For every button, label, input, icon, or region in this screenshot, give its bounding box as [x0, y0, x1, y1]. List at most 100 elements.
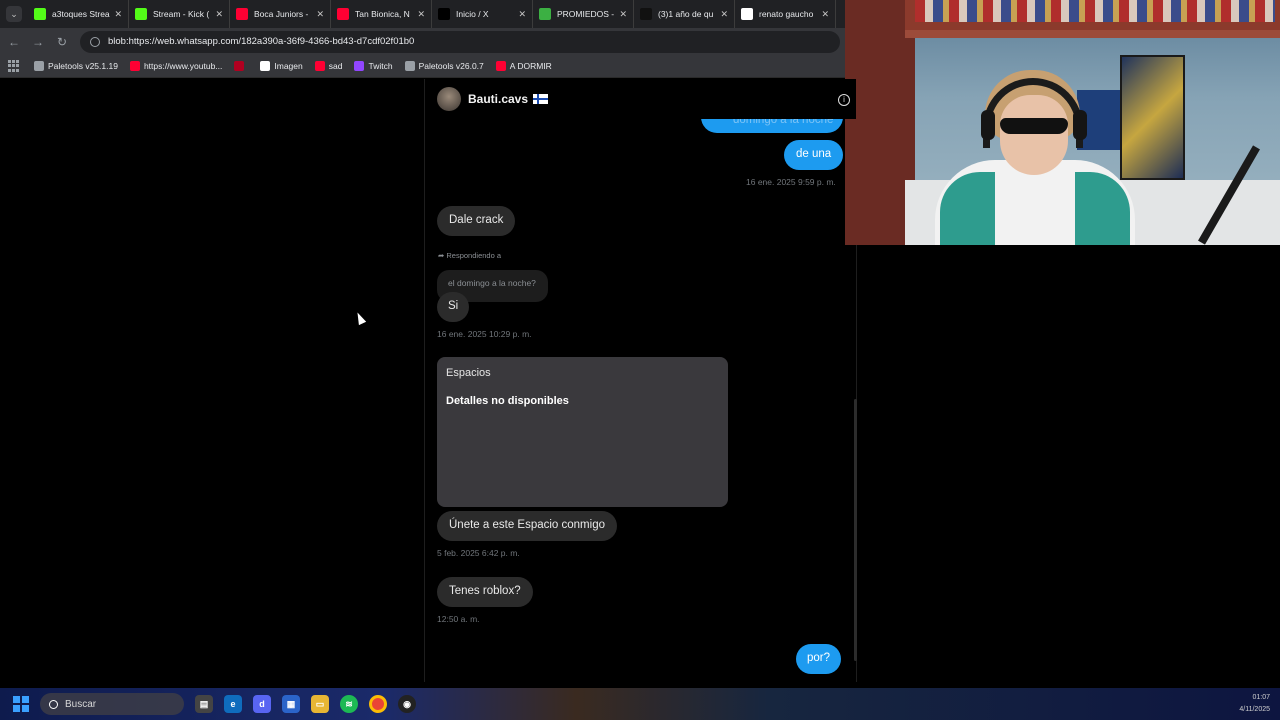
- browser-tab[interactable]: Boca Juniors - ✕: [230, 0, 331, 28]
- obs-icon[interactable]: ◉: [398, 695, 416, 713]
- circle-icon: [234, 61, 245, 71]
- search-placeholder: Buscar: [65, 698, 97, 710]
- file-icon[interactable]: ▤: [195, 695, 213, 713]
- browser-tab[interactable]: Inicio / X ✕: [432, 0, 533, 28]
- reply-indicator: ➦ Respondiendo a: [438, 251, 501, 260]
- spaces-card[interactable]: Espacios Detalles no disponibles: [437, 357, 728, 507]
- apps-grid-icon[interactable]: [8, 60, 20, 72]
- message-text: Si: [448, 300, 459, 312]
- card-subtitle: Detalles no disponibles: [446, 395, 569, 407]
- reply-label: Respondiendo a: [446, 251, 502, 260]
- bookmark-item[interactable]: Paletools v26.0.7: [404, 61, 484, 71]
- browser-tab[interactable]: renato gaucho ✕: [735, 0, 836, 28]
- bookmark-item[interactable]: A DORMIR: [495, 61, 552, 71]
- browser-tab[interactable]: Tan Bionica, N ✕: [331, 0, 432, 28]
- tab-search-icon[interactable]: ⌄: [6, 6, 22, 22]
- windows-start-icon[interactable]: [13, 696, 29, 712]
- tab-title: renato gaucho: [759, 9, 814, 19]
- forward-icon[interactable]: →: [28, 32, 48, 52]
- message-timestamp: 16 ene. 2025 9:59 p. m.: [746, 177, 836, 187]
- bookmark-item[interactable]: https://www.youtub...: [129, 61, 223, 71]
- tab-title: a3toques Strea: [52, 9, 110, 19]
- bookmark-item[interactable]: [234, 61, 248, 71]
- close-tab-icon[interactable]: ✕: [518, 9, 526, 20]
- shelf-items: [915, 0, 1275, 22]
- mouse-cursor-icon: [353, 310, 367, 326]
- close-tab-icon[interactable]: ✕: [417, 9, 425, 20]
- reload-icon[interactable]: ↻: [52, 32, 72, 52]
- site-info-icon[interactable]: [90, 36, 100, 47]
- youtube-icon: [129, 61, 140, 71]
- bookmark-item[interactable]: Imagen: [260, 61, 303, 71]
- flag-icon: [533, 94, 549, 104]
- message-timestamp: 5 feb. 2025 6:42 p. m.: [437, 548, 520, 558]
- headset-earcup: [1073, 110, 1087, 140]
- close-tab-icon[interactable]: ✕: [114, 9, 122, 20]
- message-text: por?: [807, 652, 831, 664]
- kick-icon: [135, 8, 147, 20]
- bookmark-label: Paletools v25.1.19: [48, 61, 118, 71]
- search-icon: [49, 699, 58, 709]
- browser-tab[interactable]: (3)1 año de qu ✕: [634, 0, 735, 28]
- address-bar[interactable]: blob:https://web.whatsapp.com/182a390a-3…: [80, 30, 840, 53]
- bookmark-item[interactable]: sad: [314, 61, 342, 71]
- tab-title: Inicio / X: [456, 9, 489, 19]
- youtube-icon: [314, 61, 325, 71]
- close-tab-icon[interactable]: ✕: [619, 9, 627, 20]
- chat-name[interactable]: Bauti.cavs: [468, 92, 528, 106]
- message-bubble-incoming[interactable]: Únete a este Espacio conmigo: [437, 511, 617, 541]
- clock-date: 4/11/2025: [1239, 706, 1270, 713]
- message-bubble-incoming[interactable]: Si: [437, 292, 470, 322]
- chat-panel: Bauti.cavs i domingo a la noche de una 1…: [424, 79, 857, 682]
- avatar[interactable]: [437, 87, 461, 111]
- bookmark-item[interactable]: Twitch: [354, 61, 393, 71]
- bookmark-item[interactable]: Paletools v25.1.19: [34, 61, 118, 71]
- url-text: blob:https://web.whatsapp.com/182a390a-3…: [108, 36, 415, 47]
- edge-icon[interactable]: e: [224, 695, 242, 713]
- clock-time: 01:07: [1252, 694, 1270, 701]
- taskbar-search[interactable]: Buscar: [40, 693, 184, 715]
- x-icon: [260, 61, 271, 71]
- close-tab-icon[interactable]: ✕: [316, 9, 324, 20]
- shelf-board: [905, 30, 1280, 38]
- message-timestamp: 12:50 a. m.: [437, 614, 480, 624]
- message-bubble-outgoing[interactable]: por?: [796, 644, 842, 674]
- info-icon[interactable]: i: [838, 94, 850, 106]
- browser-tab[interactable]: PROMIEDOS - ✕: [533, 0, 634, 28]
- tab-title: (3)1 año de qu: [658, 9, 714, 19]
- headset-earcup: [981, 110, 995, 140]
- discord-icon[interactable]: d: [253, 695, 271, 713]
- message-timestamp: 16 ene. 2025 10:29 p. m.: [437, 329, 532, 339]
- x-icon: [438, 8, 450, 20]
- close-tab-icon[interactable]: ✕: [720, 9, 728, 20]
- folder-icon[interactable]: ▭: [311, 695, 329, 713]
- chat-header: Bauti.cavs i: [425, 79, 856, 119]
- bookmark-label: Imagen: [274, 61, 303, 71]
- tiktok-icon: [640, 8, 652, 20]
- system-clock[interactable]: 01:07 4/11/2025: [1239, 692, 1270, 716]
- tab-title: Tan Bionica, N: [355, 9, 410, 19]
- bookmark-label: https://www.youtub...: [143, 61, 223, 71]
- spotify-icon[interactable]: ≋: [340, 695, 358, 713]
- message-bubble-outgoing[interactable]: de una: [784, 140, 844, 170]
- kick-icon: [34, 8, 46, 20]
- twitch-icon: [354, 61, 365, 71]
- chat-scrollbar[interactable]: [854, 399, 857, 661]
- tab-title: Stream - Kick (: [153, 9, 210, 19]
- close-tab-icon[interactable]: ✕: [821, 9, 829, 20]
- card-title: Espacios: [446, 367, 491, 379]
- webcam-overlay: [845, 0, 1280, 245]
- back-icon[interactable]: ←: [4, 32, 24, 52]
- quoted-text: el domingo a la noche?: [448, 278, 536, 288]
- globe-icon: [34, 61, 44, 71]
- message-text: Dale crack: [449, 214, 504, 226]
- browser-tab[interactable]: Stream - Kick ( ✕: [129, 0, 230, 28]
- message-bubble-incoming[interactable]: Tenes roblox?: [437, 577, 533, 607]
- store-icon[interactable]: ▦: [282, 695, 300, 713]
- globe-icon: [404, 61, 415, 71]
- chrome-icon[interactable]: [369, 695, 387, 713]
- close-tab-icon[interactable]: ✕: [215, 9, 223, 20]
- tab-title: Boca Juniors -: [254, 9, 309, 19]
- browser-tab[interactable]: a3toques Strea ✕: [28, 0, 129, 28]
- message-bubble-incoming[interactable]: Dale crack: [437, 206, 516, 236]
